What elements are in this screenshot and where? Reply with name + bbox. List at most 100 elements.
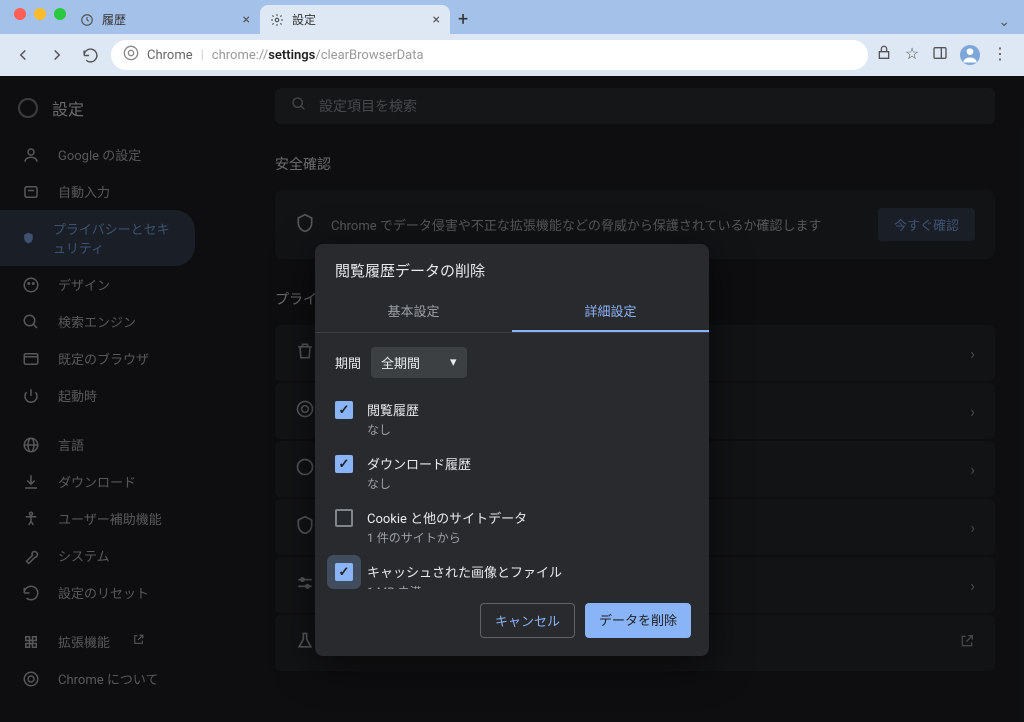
- sidebar-item-browser[interactable]: 既定のブラウザ: [0, 340, 195, 377]
- sidebar-item-search[interactable]: 検索エンジン: [0, 303, 195, 340]
- time-range-select[interactable]: 全期間 ▾: [371, 347, 467, 378]
- tab-label: 履歴: [102, 11, 126, 28]
- checkbox-label: キャッシュされた画像とファイル: [367, 562, 562, 581]
- chevron-right-icon: ›: [970, 576, 975, 595]
- autofill-icon: [22, 183, 40, 201]
- window-maximize[interactable]: [54, 8, 66, 20]
- checkbox-row[interactable]: ダウンロード履歴なし: [335, 446, 689, 500]
- new-tab-button[interactable]: +: [450, 5, 476, 34]
- sidebar-item-label: 起動時: [58, 386, 97, 405]
- sidebar-item-label: デザイン: [58, 275, 110, 294]
- download-icon: [22, 473, 40, 491]
- checkbox-label: 閲覧履歴: [367, 400, 419, 419]
- sidebar-item-accessibility[interactable]: ユーザー補助機能: [0, 500, 195, 537]
- safety-check-button[interactable]: 今すぐ確認: [878, 208, 975, 241]
- checkbox-row[interactable]: Cookie と他のサイトデータ1 件のサイトから: [335, 500, 689, 554]
- dialog-title: 閲覧履歴データの削除: [315, 244, 709, 291]
- bookmark-icon[interactable]: ☆: [904, 45, 920, 61]
- chevron-right-icon: ›: [970, 344, 975, 363]
- cancel-button[interactable]: キャンセル: [480, 603, 575, 638]
- history-icon: [80, 13, 94, 27]
- settings-search[interactable]: 設定項目を検索: [275, 88, 995, 124]
- window-close[interactable]: [14, 8, 26, 20]
- sidebar-item-label: Google の設定: [58, 145, 141, 164]
- globe-icon: [22, 436, 40, 454]
- person-icon: [22, 146, 40, 164]
- chrome-icon: [22, 670, 40, 688]
- window-minimize[interactable]: [34, 8, 46, 20]
- dialog-actions: キャンセル データを削除: [315, 589, 709, 656]
- share-icon[interactable]: [876, 45, 892, 61]
- page-title: 設定: [52, 96, 84, 120]
- sidebar-item-label: 設定のリセット: [58, 583, 149, 602]
- tab-label: 設定: [292, 11, 316, 28]
- power-icon: [22, 387, 40, 405]
- dialog-body: 期間 全期間 ▾ 閲覧履歴なしダウンロード履歴なしCookie と他のサイトデー…: [315, 333, 709, 589]
- sidebar-item-wrench[interactable]: システム: [0, 537, 195, 574]
- sidebar-item-globe[interactable]: 言語: [0, 426, 195, 463]
- sidebar: 設定 Google の設定自動入力プライバシーとセキュリティデザイン検索エンジン…: [0, 76, 255, 722]
- time-range-row: 期間 全期間 ▾: [335, 347, 689, 378]
- shield-icon: [22, 229, 35, 247]
- address-bar[interactable]: Chrome | chrome://settings/clearBrowserD…: [111, 40, 868, 70]
- shield-icon: [295, 213, 315, 237]
- sidebar-item-download[interactable]: ダウンロード: [0, 463, 195, 500]
- external-link-icon: [132, 633, 145, 650]
- sidebar-item-label: プライバシーとセキュリティ: [53, 219, 173, 257]
- checkbox-row[interactable]: 閲覧履歴なし: [335, 392, 689, 446]
- sidebar-item-label: 検索エンジン: [58, 312, 136, 331]
- tab-history[interactable]: 履歴 ×: [70, 5, 260, 34]
- checkbox[interactable]: [335, 563, 353, 581]
- sidebar-item-label: 自動入力: [58, 182, 110, 201]
- sidebar-item-power[interactable]: 起動時: [0, 377, 195, 414]
- sidebar-item-chrome[interactable]: Chrome について: [0, 660, 195, 697]
- gear-icon: [270, 13, 284, 27]
- profile-avatar[interactable]: [960, 45, 980, 65]
- cookie-icon: [295, 457, 315, 481]
- url-host: Chrome: [147, 48, 193, 63]
- tab-close[interactable]: ×: [243, 12, 250, 28]
- checkbox[interactable]: [335, 509, 353, 527]
- tune-icon: [295, 573, 315, 597]
- time-label: 期間: [335, 353, 361, 372]
- checkbox-sublabel: 1 件のサイトから: [367, 529, 527, 546]
- trash-icon: [295, 341, 315, 365]
- panel-icon[interactable]: [932, 45, 948, 61]
- puzzle-icon: [22, 633, 40, 651]
- sidebar-item-puzzle[interactable]: 拡張機能: [0, 623, 195, 660]
- checkbox[interactable]: [335, 455, 353, 473]
- sidebar-item-paint[interactable]: デザイン: [0, 266, 195, 303]
- checkbox-sublabel: 1 MB 未満: [367, 583, 562, 589]
- tab-advanced[interactable]: 詳細設定: [512, 291, 709, 332]
- menu-icon[interactable]: ⋮: [992, 45, 1008, 61]
- checkbox[interactable]: [335, 401, 353, 419]
- checkbox-sublabel: なし: [367, 475, 471, 492]
- toolbar-actions: ☆ ⋮: [876, 45, 1014, 65]
- tab-close[interactable]: ×: [433, 12, 440, 28]
- sidebar-item-label: システム: [58, 546, 110, 565]
- shield-icon: [295, 515, 315, 539]
- checkbox-sublabel: なし: [367, 421, 419, 438]
- safety-section-title: 安全確認: [275, 154, 1004, 174]
- page-header: 設定: [0, 88, 255, 136]
- sidebar-item-label: 既定のブラウザ: [58, 349, 149, 368]
- search-icon: [291, 96, 307, 116]
- forward-button[interactable]: [44, 42, 70, 68]
- lab-icon: [295, 631, 315, 655]
- tab-basic[interactable]: 基本設定: [315, 291, 512, 332]
- reset-icon: [22, 584, 40, 602]
- sidebar-item-person[interactable]: Google の設定: [0, 136, 195, 173]
- checkbox-row[interactable]: キャッシュされた画像とファイル 1 MB 未満: [335, 554, 689, 589]
- tab-overflow[interactable]: ⌄: [984, 10, 1024, 34]
- sidebar-item-label: 言語: [58, 435, 84, 454]
- sidebar-item-shield[interactable]: プライバシーとセキュリティ: [0, 210, 195, 266]
- external-link-icon: [959, 633, 975, 653]
- tab-settings[interactable]: 設定 ×: [260, 5, 450, 34]
- back-button[interactable]: [10, 42, 36, 68]
- reload-button[interactable]: [78, 43, 103, 68]
- toolbar: Chrome | chrome://settings/clearBrowserD…: [0, 34, 1024, 76]
- sidebar-item-autofill[interactable]: 自動入力: [0, 173, 195, 210]
- sidebar-item-reset[interactable]: 設定のリセット: [0, 574, 195, 611]
- clear-data-dialog: 閲覧履歴データの削除 基本設定 詳細設定 期間 全期間 ▾ 閲覧履歴なしダウンロ…: [315, 244, 709, 656]
- delete-button[interactable]: データを削除: [585, 603, 691, 638]
